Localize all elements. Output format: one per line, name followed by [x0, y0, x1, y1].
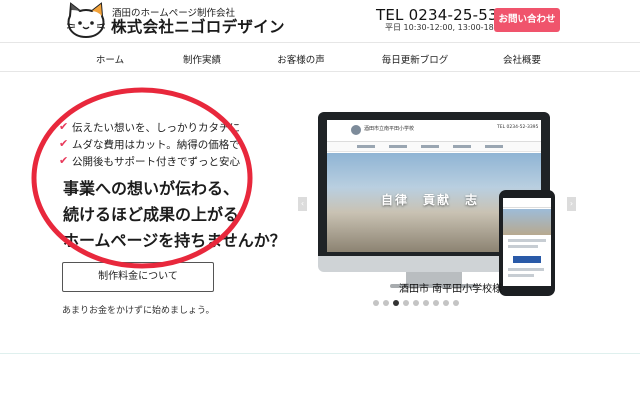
phone-text-line [508, 268, 544, 271]
phone-site-header [503, 198, 551, 208]
screen-site-header: 酒田市立南平田小学校 TEL 0234-52-3395 [327, 120, 541, 142]
pricing-button[interactable]: 制作料金について [62, 262, 214, 292]
phone-cta [513, 256, 541, 263]
feature-text: ムダな費用はカット。納得の価格で [72, 139, 240, 151]
cat-logo-icon[interactable] [64, 2, 108, 40]
school-emblem-icon [351, 125, 361, 135]
slider-dot[interactable] [413, 300, 419, 306]
phone-text-line [508, 274, 534, 277]
section-divider [0, 353, 640, 354]
nav-item-home[interactable]: ホーム [96, 52, 124, 66]
feature-text: 公開後もサポート付きでずっと安心 [72, 156, 240, 168]
check-icon: ✔ [59, 120, 69, 133]
company-name[interactable]: 株式会社ニゴロデザイン [111, 15, 285, 37]
phone-hero-image [503, 209, 551, 235]
slider-next-button[interactable]: › [567, 197, 576, 211]
nav-item-testimonials[interactable]: お客様の声 [277, 52, 325, 66]
lead-line: 続けるほど成果の上がる [63, 205, 240, 224]
slider-dot[interactable] [383, 300, 389, 306]
nav-item-works[interactable]: 制作実績 [183, 52, 221, 66]
phone-screen [503, 198, 551, 286]
screen-motto: 自律 貢献 志 [381, 193, 480, 207]
check-icon: ✔ [59, 154, 69, 167]
slider-dot[interactable] [423, 300, 429, 306]
phone-mockup[interactable] [499, 190, 555, 296]
slider-dot[interactable] [443, 300, 449, 306]
slider-dot[interactable] [373, 300, 379, 306]
main-nav: ホーム 制作実績 お客様の声 毎日更新ブログ 会社概要 [0, 42, 640, 72]
site-header: 酒田のホームページ制作会社 株式会社ニゴロデザイン TEL 0234-25-53… [0, 0, 640, 42]
slider-dot[interactable] [453, 300, 459, 306]
screen-site-tel: TEL 0234-52-3395 [497, 125, 539, 130]
slider-dot[interactable] [393, 300, 399, 306]
pricing-note: あまりお金をかけずに始めましょう。 [62, 306, 215, 316]
feature-text: 伝えたい想いを、しっかりカタチに [72, 122, 240, 134]
slider-dot[interactable] [433, 300, 439, 306]
lead-line: 事業への想いが伝わる、 [63, 179, 240, 198]
check-icon: ✔ [59, 137, 69, 150]
screen-site-nav [327, 142, 541, 152]
hero-lead: 事業への想いが伝わる、 続けるほど成果の上がる ホームページを持ちませんか？ [63, 176, 286, 254]
screen-site-name: 酒田市立南平田小学校 [364, 126, 415, 132]
contact-button[interactable]: お問い合わせ [494, 8, 560, 32]
slide-caption: 酒田市 南平田小学校様 [399, 284, 503, 295]
phone-text-line [508, 245, 538, 248]
nav-item-blog[interactable]: 毎日更新ブログ [382, 52, 449, 66]
slider-prev-button[interactable]: ‹ [298, 197, 307, 211]
business-hours: 平日 10:30-12:00, 13:00-18:00 [385, 23, 507, 32]
phone-text-line [508, 239, 546, 242]
lead-line: ホームページを持ちませんか？ [63, 231, 286, 250]
slider-dot[interactable] [403, 300, 409, 306]
nav-item-company[interactable]: 会社概要 [503, 52, 541, 66]
